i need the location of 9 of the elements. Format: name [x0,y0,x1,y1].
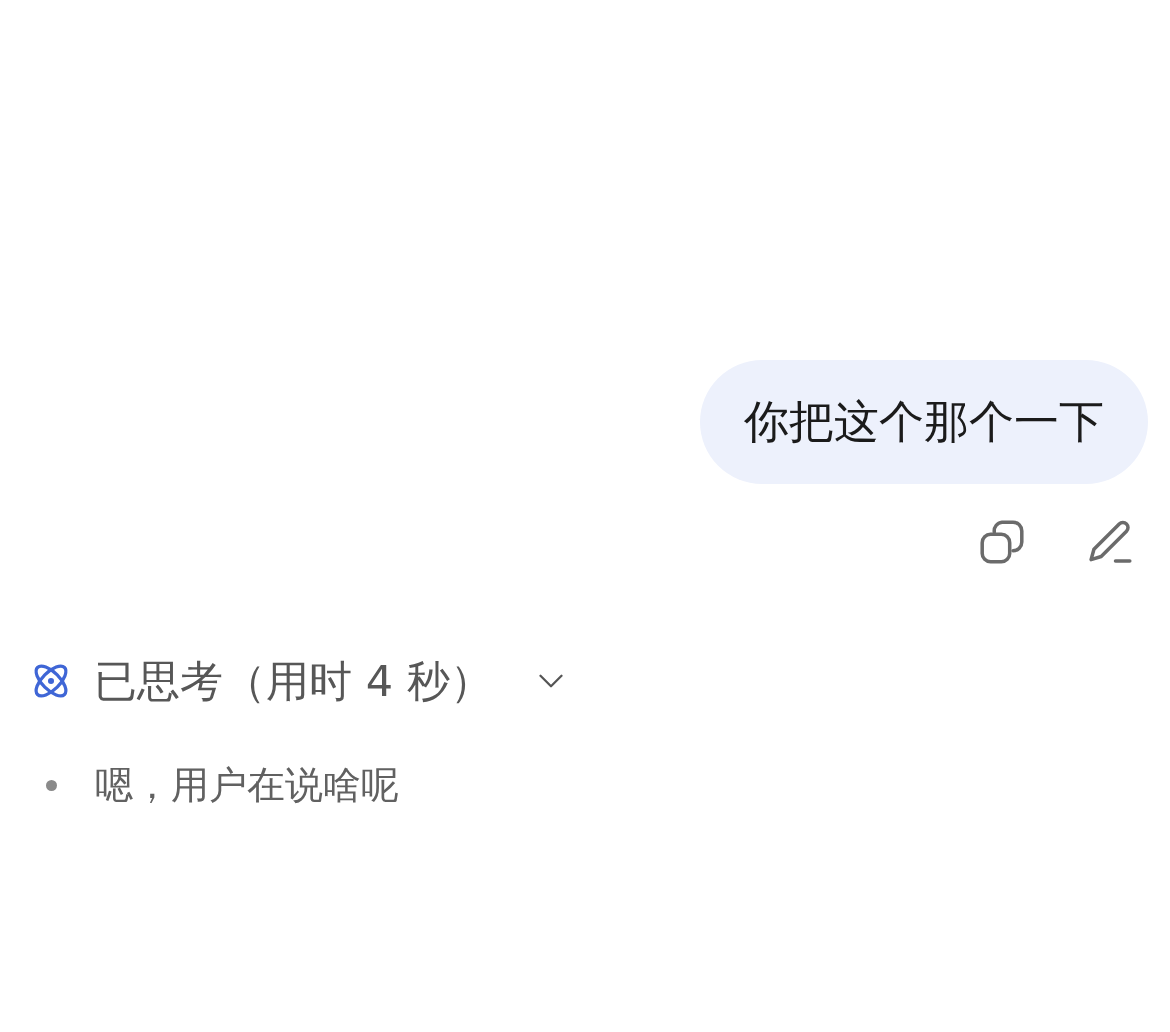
edit-button[interactable] [1088,520,1132,564]
pencil-icon [1088,520,1132,564]
thinking-step-text: 嗯，用户在说啥呢 [95,762,399,808]
bullet-icon [46,779,57,791]
chevron-icon [538,674,563,688]
copy-button[interactable] [980,520,1024,564]
copy-icon [980,520,1024,564]
thinking-toggle-button[interactable]: 已思考（用时 4 秒） [30,656,563,706]
user-message-bubble: 你把这个那个一下 [700,360,1148,484]
